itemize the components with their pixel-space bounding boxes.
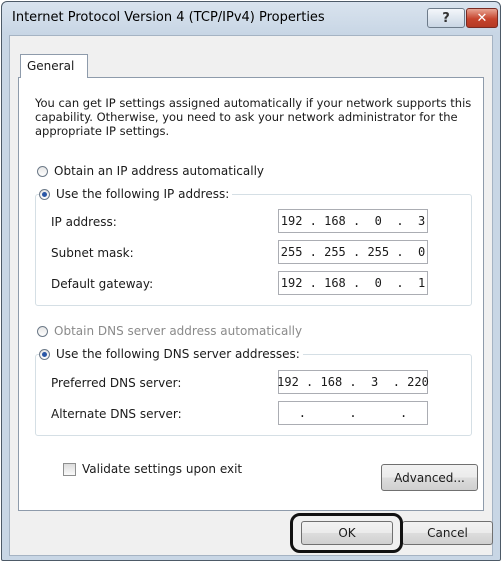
validate-settings-label: Validate settings upon exit bbox=[82, 462, 243, 476]
use-following-ip-radio[interactable]: Use the following IP address: bbox=[39, 187, 233, 201]
subnet-mask-input[interactable]: 255 . 255 . 255 . 0 bbox=[278, 240, 428, 264]
preferred-dns-input[interactable]: 192 . 168 . 3 . 220 bbox=[277, 370, 429, 394]
subnet-mask-label: Subnet mask: bbox=[51, 246, 134, 260]
cancel-button[interactable]: Cancel bbox=[402, 521, 493, 545]
radio-circle bbox=[37, 165, 48, 177]
help-button[interactable]: ? bbox=[427, 8, 465, 28]
use-following-ip-label: Use the following IP address: bbox=[56, 187, 230, 201]
advanced-button[interactable]: Advanced... bbox=[381, 464, 478, 491]
dialog-window: Internet Protocol Version 4 (TCP/IPv4) P… bbox=[1, 1, 501, 561]
ip-address-input[interactable]: 192 . 168 . 0 . 3 bbox=[278, 209, 428, 233]
obtain-dns-auto-label: Obtain DNS server address automatically bbox=[54, 324, 303, 338]
radio-circle bbox=[37, 325, 48, 337]
title-bar[interactable]: Internet Protocol Version 4 (TCP/IPv4) P… bbox=[2, 2, 500, 34]
radio-circle-checked bbox=[39, 348, 50, 360]
tab-general[interactable]: General bbox=[20, 54, 88, 78]
obtain-dns-auto-radio[interactable]: Obtain DNS server address automatically bbox=[37, 324, 306, 338]
ok-button-callout-outline bbox=[290, 513, 403, 553]
help-icon: ? bbox=[442, 10, 450, 26]
use-following-dns-label: Use the following DNS server addresses: bbox=[56, 347, 300, 361]
general-tab-panel: You can get IP settings assigned automat… bbox=[18, 77, 484, 511]
default-gateway-input[interactable]: 192 . 168 . 0 . 1 bbox=[278, 271, 428, 295]
close-button[interactable]: ✕ bbox=[466, 8, 498, 28]
use-following-dns-radio[interactable]: Use the following DNS server addresses: bbox=[39, 347, 303, 361]
ip-address-label: IP address: bbox=[51, 215, 117, 229]
preferred-dns-label: Preferred DNS server: bbox=[51, 376, 182, 390]
description-text: You can get IP settings assigned automat… bbox=[35, 96, 472, 138]
dialog-client-area: General You can get IP settings assigned… bbox=[9, 35, 493, 556]
validate-settings-checkbox[interactable]: Validate settings upon exit bbox=[63, 462, 242, 476]
obtain-ip-auto-radio[interactable]: Obtain an IP address automatically bbox=[37, 164, 268, 178]
checkbox-box bbox=[63, 462, 76, 476]
window-title: Internet Protocol Version 4 (TCP/IPv4) P… bbox=[12, 10, 325, 25]
alternate-dns-input[interactable]: . . . bbox=[278, 401, 428, 425]
close-icon: ✕ bbox=[476, 10, 488, 26]
default-gateway-label: Default gateway: bbox=[51, 277, 154, 291]
obtain-ip-auto-label: Obtain an IP address automatically bbox=[54, 164, 265, 178]
radio-circle-checked bbox=[39, 188, 50, 200]
alternate-dns-label: Alternate DNS server: bbox=[51, 407, 182, 421]
